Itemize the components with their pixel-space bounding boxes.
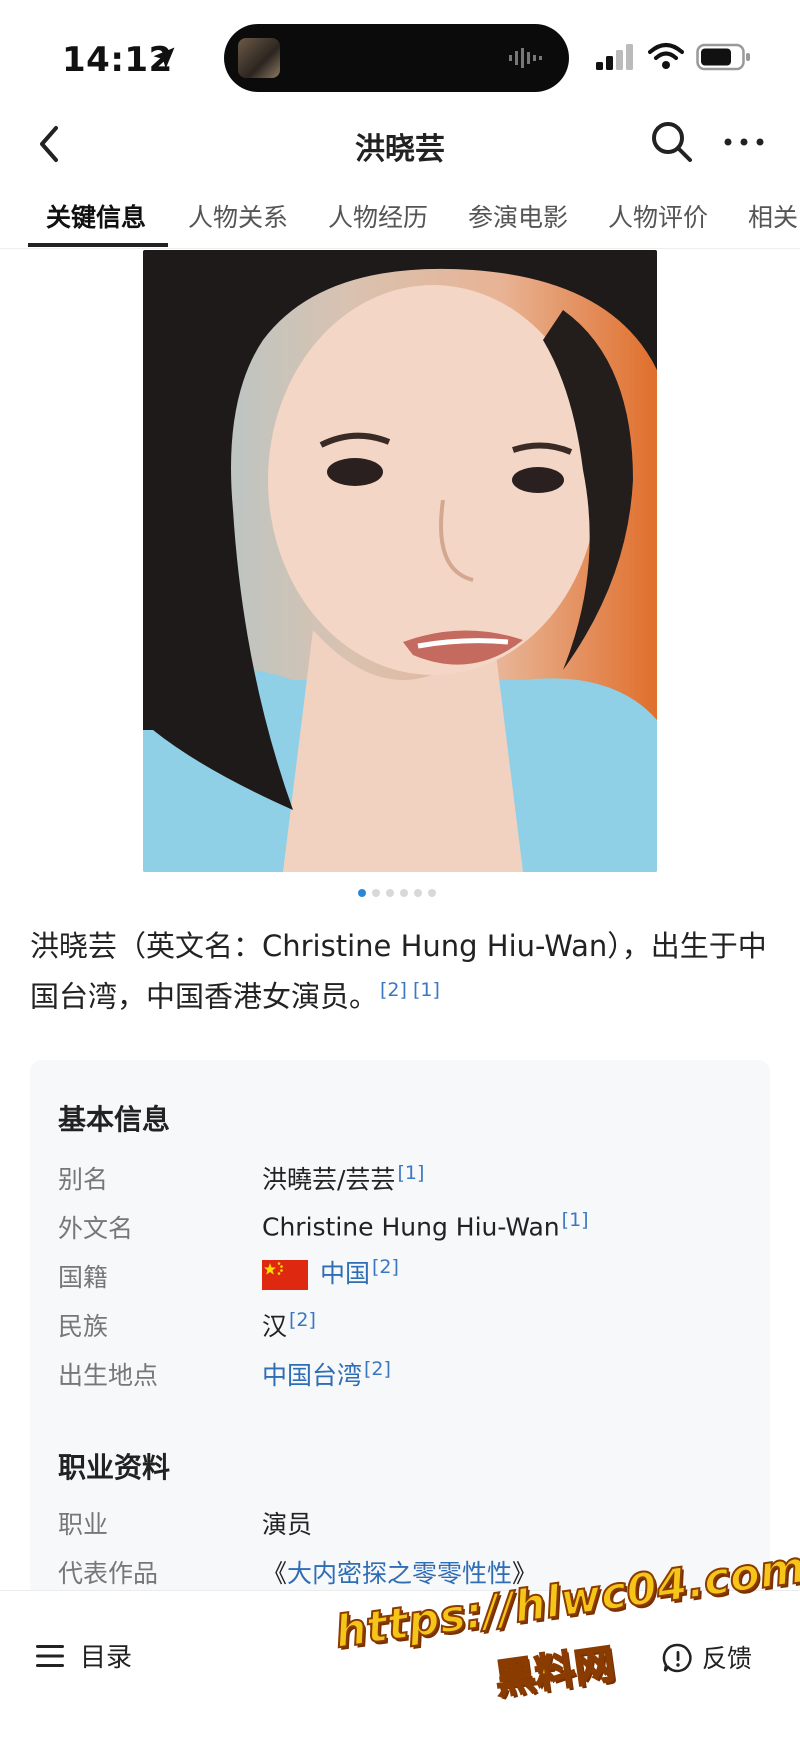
ethnicity-label: 民族 (58, 1312, 109, 1341)
status-bar: 14:12 (0, 0, 800, 110)
occupation-value: 演员 (262, 1510, 313, 1539)
location-arrow-icon (153, 47, 175, 69)
carousel-dot[interactable] (372, 889, 380, 897)
toc-label: 目录 (80, 1643, 133, 1673)
portrait-photo[interactable] (143, 250, 657, 872)
summary-refs[interactable]: [2] [1] (380, 979, 440, 1001)
carousel-dot[interactable] (400, 889, 408, 897)
menu-icon (36, 1645, 64, 1667)
nationality-label: 国籍 (58, 1263, 109, 1292)
foreign-name-label: 外文名 (58, 1214, 134, 1243)
carousel-dot[interactable] (386, 889, 394, 897)
audio-wave-icon (509, 48, 542, 68)
summary-paragraph: 洪晓芸（英文名：Christine Hung Hiu-Wan），出生于中国台湾，… (30, 924, 770, 1019)
ref-link[interactable]: [2] (364, 1358, 391, 1380)
birthplace-label: 出生地点 (58, 1361, 159, 1390)
active-tab-indicator (28, 243, 168, 247)
dynamic-island[interactable] (224, 24, 569, 92)
carousel-dots[interactable] (358, 889, 448, 899)
now-playing-thumbnail (238, 38, 280, 78)
ref-link[interactable]: [2] (289, 1309, 316, 1331)
works-label: 代表作品 (58, 1559, 159, 1588)
alias-value: 洪曉芸/芸芸 [1] (262, 1161, 425, 1194)
info-card: 基本信息 别名 洪曉芸/芸芸 [1] 外文名 Christine Hung Hiu… (30, 1060, 770, 1600)
occupation-label: 职业 (58, 1510, 109, 1539)
alias-label: 别名 (58, 1165, 109, 1194)
tab-career[interactable]: 人物经历 (328, 198, 428, 234)
ethnicity-value: 汉 [2] (262, 1308, 316, 1341)
signal-icon (596, 44, 633, 70)
nav-bar: 洪晓芸 (0, 112, 800, 182)
battery-icon (696, 43, 750, 71)
birthplace-value[interactable]: 中国台湾 [2] (262, 1356, 391, 1392)
ref-link[interactable]: [2] (372, 1256, 399, 1278)
tab-relations[interactable]: 人物关系 (188, 198, 288, 234)
career-info-title: 职业资料 (58, 1451, 171, 1484)
nationality-value[interactable]: 中国 [2] (262, 1254, 399, 1290)
carousel-dot[interactable] (428, 889, 436, 897)
portrait-illustration (143, 250, 657, 872)
wifi-icon (648, 43, 684, 69)
tab-related[interactable]: 相关 (748, 198, 798, 234)
foreign-name-value: Christine Hung Hiu-Wan [1] (262, 1209, 589, 1242)
section-tabs: 关键信息 人物关系 人物经历 参演电影 人物评价 相关 (0, 186, 800, 249)
carousel-dot[interactable] (414, 889, 422, 897)
ref-link[interactable]: [1] (397, 1162, 424, 1184)
basic-info-title: 基本信息 (58, 1103, 171, 1136)
ref-link[interactable]: [1] (562, 1209, 589, 1231)
more-icon[interactable] (722, 134, 766, 150)
carousel-dot[interactable] (358, 889, 366, 897)
china-flag-icon (262, 1260, 308, 1290)
tab-reviews[interactable]: 人物评价 (608, 198, 708, 234)
search-icon[interactable] (648, 118, 696, 166)
tab-key-info[interactable]: 关键信息 (46, 198, 146, 234)
tab-films[interactable]: 参演电影 (468, 198, 568, 234)
